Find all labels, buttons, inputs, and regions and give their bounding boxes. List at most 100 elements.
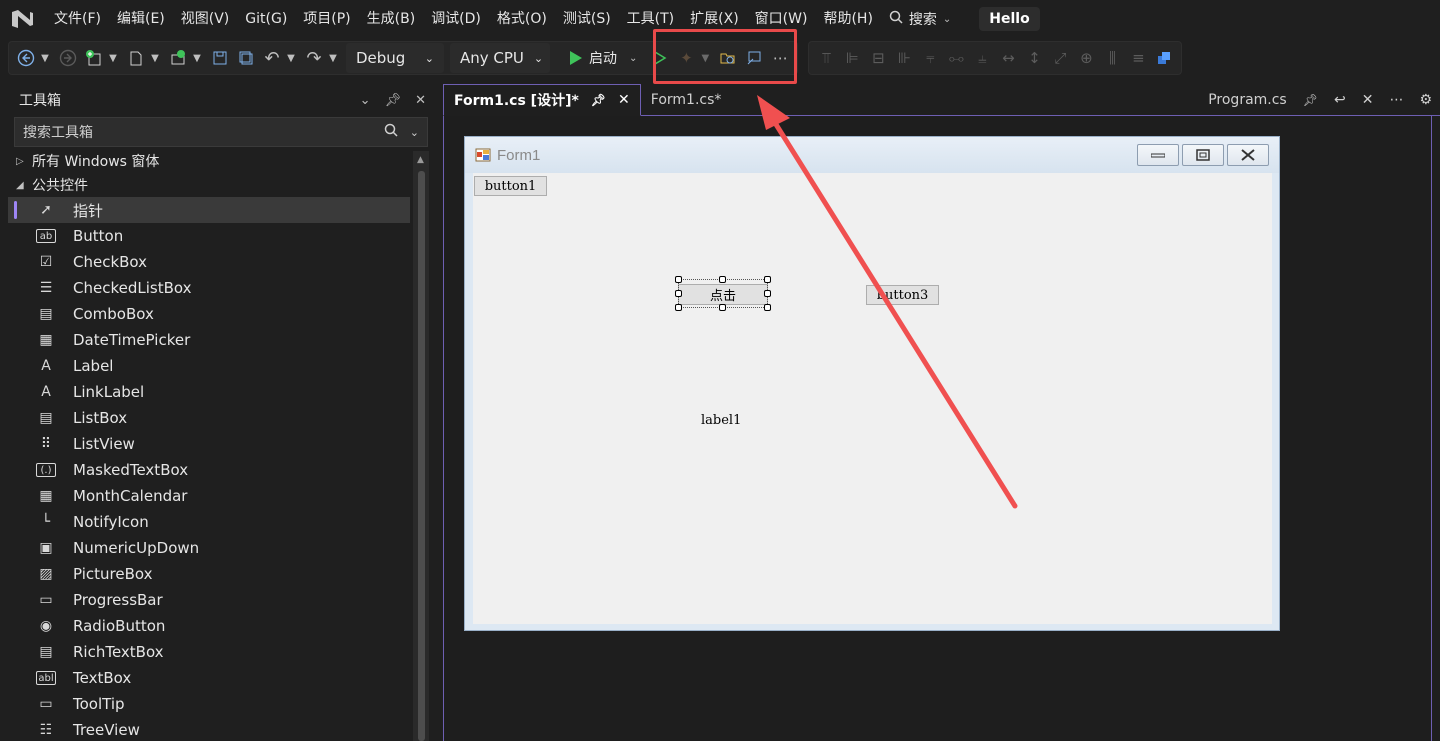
maximize-icon[interactable] (1182, 144, 1224, 166)
chevron-down-icon[interactable]: ⌄ (410, 126, 419, 139)
menu-item[interactable]: Git(G) (237, 5, 295, 33)
toolbox-item[interactable]: ☑ CheckBox (8, 249, 434, 275)
find-in-files-icon[interactable] (715, 45, 741, 71)
toolbox-item[interactable]: ▭ ToolTip (8, 691, 434, 717)
chevron-down-icon[interactable]: ▼ (39, 45, 51, 71)
save-all-icon[interactable] (233, 45, 259, 71)
toolbox-item[interactable]: ▨ PictureBox (8, 561, 434, 587)
toolbox-item[interactable]: A LinkLabel (8, 379, 434, 405)
align-middles-icon[interactable]: ⧟ (943, 45, 969, 71)
menu-item[interactable]: 调试(D) (423, 5, 489, 33)
toolbox-item[interactable]: ab Button (8, 223, 434, 249)
solution-configuration-dropdown[interactable]: Debug ⌄ (346, 43, 444, 73)
toolbox-item[interactable]: abl TextBox (8, 665, 434, 691)
bring-to-front-icon[interactable] (1151, 45, 1177, 71)
open-file-icon[interactable] (123, 45, 149, 71)
toolbox-item[interactable]: A Label (8, 353, 434, 379)
redo-icon[interactable]: ↷ (301, 45, 327, 71)
menu-item[interactable]: 帮助(H) (815, 5, 880, 33)
center-vertically-icon[interactable]: ≡ (1125, 45, 1151, 71)
toolbox-item[interactable]: ▦ DateTimePicker (8, 327, 434, 353)
menu-item[interactable]: 视图(V) (173, 5, 238, 33)
pin-icon[interactable]: 📌︎ (1303, 93, 1318, 107)
resize-handle-s[interactable] (719, 304, 726, 311)
scroll-up-icon[interactable]: ▲ (417, 155, 424, 165)
menu-item[interactable]: 生成(B) (359, 5, 424, 33)
make-same-width-icon[interactable]: ↔ (995, 45, 1021, 71)
scrollbar-thumb[interactable] (418, 171, 425, 741)
form1-client-area[interactable]: button1 点击 button3 label1 (473, 173, 1272, 624)
toolbox-item[interactable]: ➚ 指针 (8, 197, 410, 223)
snap-to-grid-icon[interactable]: ⊕ (1073, 45, 1099, 71)
start-without-debugging-icon[interactable] (647, 45, 673, 71)
toolbox-item[interactable]: ▤ ListBox (8, 405, 434, 431)
toolbox-item[interactable]: ▤ RichTextBox (8, 639, 434, 665)
menu-item[interactable]: 工具(T) (619, 5, 682, 33)
chevron-down-icon[interactable]: ▼ (149, 45, 161, 71)
form1-window[interactable]: Form1 button1 点击 button3 label1 (464, 136, 1280, 631)
menu-item[interactable]: 格式(O) (489, 5, 555, 33)
resize-handle-w[interactable] (675, 290, 682, 297)
close-icon[interactable] (1227, 144, 1269, 166)
group-all-windows-forms[interactable]: ▷ 所有 Windows 窗体 (8, 149, 434, 173)
more-options-icon[interactable]: ⋯ (767, 45, 793, 71)
toolbox-item[interactable]: (.) MaskedTextBox (8, 457, 434, 483)
resize-handle-se[interactable] (764, 304, 771, 311)
toolbox-item[interactable]: ☷ TreeView (8, 717, 434, 741)
size-to-grid-icon[interactable]: ⤢ (1047, 45, 1073, 71)
close-icon[interactable]: ✕ (1362, 92, 1374, 108)
align-centers-icon[interactable]: ⊟ (865, 45, 891, 71)
close-icon[interactable]: ✕ (618, 92, 630, 108)
browser-link-icon[interactable] (741, 45, 767, 71)
toolbox-item[interactable]: ▤ ComboBox (8, 301, 434, 327)
resize-handle-nw[interactable] (675, 276, 682, 283)
tab-program-preview[interactable]: Program.cs (1208, 92, 1287, 108)
resize-handle-ne[interactable] (764, 276, 771, 283)
tab-form1-code[interactable]: Form1.cs* (641, 84, 732, 115)
navigate-back-icon[interactable] (13, 45, 39, 71)
align-tops-icon[interactable]: ⫧ (917, 45, 943, 71)
add-item-icon[interactable] (165, 45, 191, 71)
resize-handle-sw[interactable] (675, 304, 682, 311)
resize-handle-e[interactable] (764, 290, 771, 297)
menu-item[interactable]: 扩展(X) (682, 5, 747, 33)
search-menu[interactable]: 搜索 ⌄ (881, 9, 959, 29)
more-options-icon[interactable]: ⋯ (1389, 92, 1403, 108)
close-icon[interactable]: ✕ (415, 93, 426, 108)
menu-item[interactable]: 编辑(E) (109, 5, 173, 33)
button1-control[interactable]: button1 (474, 176, 547, 196)
toolbox-item[interactable]: ▦ MonthCalendar (8, 483, 434, 509)
tab-form1-designer[interactable]: Form1.cs [设计]* 📌︎ ✕ (443, 84, 641, 116)
menu-item[interactable]: 文件(F) (46, 5, 109, 33)
make-same-height-icon[interactable]: ↕ (1021, 45, 1047, 71)
align-rights-icon[interactable]: ⊪ (891, 45, 917, 71)
chevron-down-icon[interactable]: ▼ (191, 45, 203, 71)
align-lefts-icon[interactable]: ⊫ (839, 45, 865, 71)
solution-name-badge[interactable]: Hello (979, 7, 1040, 31)
toolbox-item[interactable]: ▣ NumericUpDown (8, 535, 434, 561)
navigate-forward-icon[interactable] (55, 45, 81, 71)
gear-icon[interactable]: ⚙ (1419, 92, 1432, 108)
align-top-icon[interactable]: ⫪ (813, 45, 839, 71)
label1-control[interactable]: label1 (701, 413, 741, 428)
toolbox-item[interactable]: ☰ CheckedListBox (8, 275, 434, 301)
pin-icon[interactable]: 📌︎ (591, 93, 606, 107)
menu-item[interactable]: 窗口(W) (747, 5, 816, 33)
toolbox-item[interactable]: ◉ RadioButton (8, 613, 434, 639)
chevron-down-icon[interactable]: ▼ (285, 45, 297, 71)
toolbox-scrollbar[interactable]: ▲ (413, 151, 429, 741)
save-icon[interactable] (207, 45, 233, 71)
solution-platform-dropdown[interactable]: Any CPU ⌄ (450, 43, 550, 73)
chevron-down-icon[interactable]: ▼ (699, 45, 711, 71)
chevron-down-icon[interactable]: ⌄ (360, 93, 371, 108)
toolbox-item[interactable]: ⠿ ListView (8, 431, 434, 457)
toolbox-item[interactable]: └ NotifyIcon (8, 509, 434, 535)
align-bottoms-icon[interactable]: ⫨ (969, 45, 995, 71)
center-horizontally-icon[interactable]: ⫼ (1099, 45, 1125, 71)
pin-icon[interactable]: 📌︎ (385, 93, 402, 108)
minimize-icon[interactable] (1137, 144, 1179, 166)
start-debugging-button[interactable]: 启动 ⌄ (563, 48, 643, 68)
chevron-down-icon[interactable]: ▼ (327, 45, 339, 71)
menu-item[interactable]: 项目(P) (295, 5, 358, 33)
toolbox-search-input[interactable]: 搜索工具箱 ⌄ (14, 117, 428, 147)
